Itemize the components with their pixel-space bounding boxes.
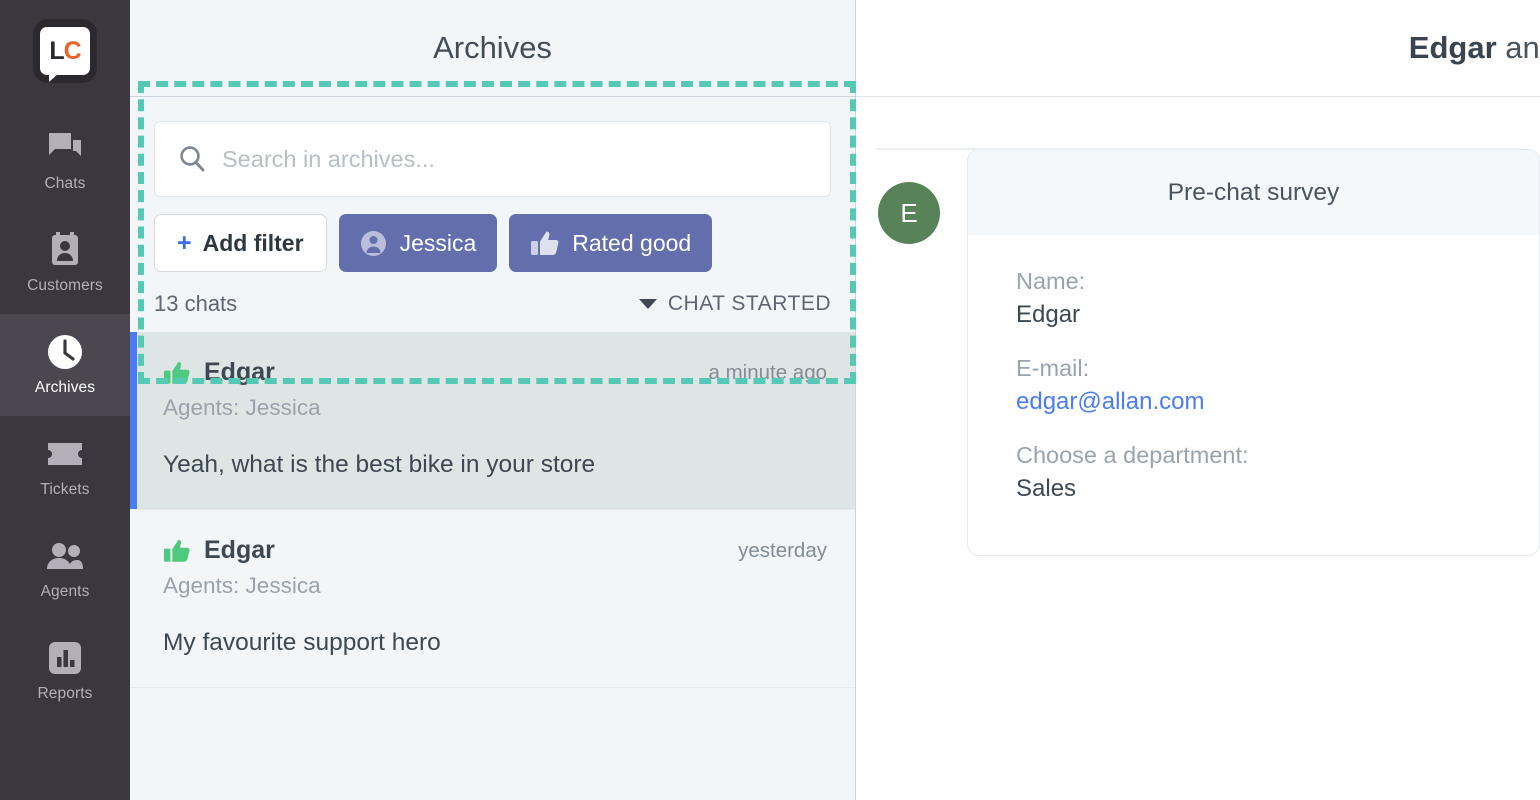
survey-field-value: Edgar (1016, 301, 1081, 328)
agents-icon (45, 538, 85, 574)
thumbs-up-icon (530, 230, 559, 257)
sidebar-item-reports[interactable]: Reports (0, 620, 130, 722)
conversation-title: Edgar and (1409, 30, 1540, 66)
filter-chip-rating-label: Rated good (572, 229, 692, 256)
filter-chip-rating[interactable]: Rated good (509, 214, 713, 272)
survey-field-label: Name: (1016, 268, 1086, 294)
plus-icon: + (177, 228, 192, 257)
sidebar-label-archives: Archives (34, 378, 96, 396)
ticket-icon (46, 436, 84, 472)
sidebar-label-reports: Reports (37, 684, 93, 702)
survey-field-label: E-mail: (1016, 355, 1090, 381)
add-filter-label: Add filter (202, 229, 304, 256)
logo-letter-l: L (49, 36, 64, 65)
sidebar-label-agents: Agents (40, 582, 90, 600)
chat-preview: Yeah, what is the best bike in your stor… (163, 451, 596, 478)
filter-chip-agent[interactable]: Jessica (338, 214, 498, 272)
sort-label: CHAT STARTED (667, 292, 831, 315)
thumbs-up-icon (163, 360, 190, 386)
chat-customer-name: Edgar (204, 536, 275, 564)
main-sidebar: LC Chats Customers Archives Tickets Agen… (0, 0, 130, 800)
chat-list-item[interactable]: Edgar yesterday Agents: Jessica My favou… (130, 510, 855, 688)
sidebar-label-customers: Customers (27, 276, 103, 294)
survey-fields: Name: Edgar E-mail: edgar@allan.com Choo… (968, 235, 1539, 555)
chat-preview: My favourite support hero (163, 629, 441, 656)
survey-field-name: Name: Edgar (1016, 268, 1491, 329)
clock-icon (47, 334, 83, 370)
livechat-logo[interactable]: LC (33, 19, 97, 83)
chat-agents: Agents: Jessica (163, 573, 321, 598)
sidebar-label-tickets: Tickets (40, 480, 90, 498)
sidebar-item-tickets[interactable]: Tickets (0, 416, 130, 518)
survey-field-label: Choose a department: (1016, 442, 1249, 468)
chat-list: Edgar a minute ago Agents: Jessica Yeah,… (130, 332, 855, 800)
search-icon (177, 144, 207, 174)
reports-icon (48, 640, 82, 676)
chats-icon (47, 130, 83, 166)
sidebar-item-chats[interactable]: Chats (0, 110, 130, 212)
customers-icon (48, 231, 82, 268)
list-meta-bar: 13 chats CHAT STARTED (130, 276, 855, 332)
search-box[interactable] (154, 121, 831, 197)
thumbs-up-icon (163, 538, 190, 564)
sidebar-item-archives[interactable]: Archives (0, 314, 130, 416)
add-filter-button[interactable]: + Add filter (154, 214, 327, 272)
app-root: LC Chats Customers Archives Tickets Agen… (0, 0, 1540, 800)
archives-header: Archives (130, 0, 855, 97)
archives-toolbar: + Add filter Jessica (130, 97, 855, 272)
conversation-title-rest: and (1505, 30, 1540, 65)
conversation-title-customer: Edgar (1408, 30, 1497, 65)
page-title: Archives (433, 30, 552, 65)
survey-title: Pre-chat survey (968, 150, 1539, 235)
sidebar-item-agents[interactable]: Agents (0, 518, 130, 620)
avatar-initial: E (900, 197, 918, 228)
filter-bar: + Add filter Jessica Rated good (154, 214, 831, 272)
chat-count: 13 chats (154, 291, 238, 316)
date-divider (876, 148, 1520, 150)
survey-field-value-email[interactable]: edgar@allan.com (1016, 388, 1491, 416)
chat-list-item[interactable]: Edgar a minute ago Agents: Jessica Yeah,… (130, 332, 855, 510)
survey-field-value: Sales (1016, 475, 1077, 502)
chat-timestamp: a minute ago (708, 360, 827, 384)
sidebar-label-chats: Chats (44, 174, 86, 192)
chat-timestamp: yesterday (738, 538, 827, 562)
filter-chip-agent-label: Jessica (399, 229, 477, 256)
caret-down-icon (638, 299, 657, 309)
conversation-header: Edgar and (856, 0, 1540, 97)
survey-field-email: E-mail: edgar@allan.com (1016, 355, 1491, 416)
conversation-panel: Edgar and E Pre-chat survey Name: Edgar … (856, 0, 1540, 800)
pre-chat-survey-card: Pre-chat survey Name: Edgar E-mail: edga… (967, 149, 1540, 556)
person-icon (360, 230, 387, 257)
chat-agents: Agents: Jessica (163, 395, 321, 420)
survey-field-department: Choose a department: Sales (1016, 442, 1491, 503)
sort-control[interactable]: CHAT STARTED (638, 292, 831, 316)
search-input[interactable] (222, 145, 808, 173)
sidebar-item-customers[interactable]: Customers (0, 212, 130, 314)
logo-letter-c: C (63, 36, 82, 65)
chat-customer-name: Edgar (204, 358, 275, 386)
archives-panel: Archives + Add filter (130, 0, 856, 800)
avatar: E (878, 182, 940, 244)
message-row: E Pre-chat survey Name: Edgar E-mail: ed… (856, 97, 1540, 556)
